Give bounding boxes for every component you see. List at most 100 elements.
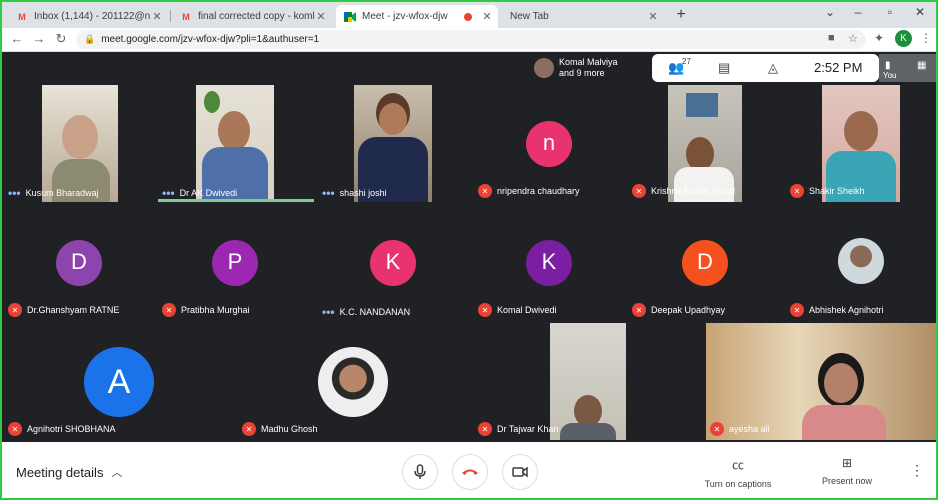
mic-muted-icon: ✕ (632, 184, 646, 198)
participant-name: ✕ Shakir Sheikh (790, 184, 865, 198)
participant-tile[interactable]: ••• Dr AK Dwivedi (158, 85, 314, 202)
participant-avatar: A (84, 347, 154, 417)
participant-tile[interactable]: K ••• K.C. NANDANAN (318, 204, 470, 321)
camera-button[interactable] (502, 454, 538, 490)
extensions-puzzle-icon[interactable]: ✦ (874, 31, 884, 45)
participant-photo (318, 347, 388, 417)
video-camera-icon (512, 466, 528, 478)
hang-up-icon (462, 469, 478, 475)
participant-tile[interactable]: ✕ ayesha ali (706, 323, 936, 440)
participant-avatar: n (526, 121, 572, 167)
participant-name: ✕ Krishna Kumar Goud (632, 184, 735, 198)
bookmark-star-icon[interactable]: ☆ (848, 32, 858, 45)
meeting-details-label: Meeting details (16, 464, 104, 480)
window-close-icon[interactable]: ✕ (910, 5, 930, 19)
presenter-more: and 9 more (559, 68, 605, 78)
tab-label: Inbox (1,144) - 201122@nirmau (34, 11, 150, 22)
participant-name: ✕ Komal Dwivedi (478, 303, 557, 317)
presenter-name: Komal Malviya (559, 57, 618, 67)
captions-label: Turn on captions (704, 479, 772, 489)
participant-tile[interactable]: ✕ Abhishek Agnihotri (786, 204, 936, 321)
tab-search-icon[interactable]: ⌄ (820, 5, 840, 19)
participant-tile[interactable]: ✕ Krishna Kumar Goud (628, 85, 782, 202)
participant-avatar: P (212, 240, 258, 286)
gmail-icon: M (182, 11, 190, 22)
tab-new-tab[interactable]: New Tab ✕ (502, 5, 664, 28)
more-options-icon[interactable]: ⋮ (910, 462, 924, 479)
participant-name: ✕ Pratibha Murghai (162, 303, 250, 317)
close-icon[interactable]: ✕ (646, 10, 660, 23)
gmail-icon: M (18, 11, 26, 22)
self-view-tile[interactable]: ▮ ▦ You (879, 54, 936, 82)
speaking-indicator-icon: ••• (322, 305, 335, 319)
reload-icon[interactable]: ↻ (52, 30, 70, 48)
self-label: You (883, 71, 897, 80)
mic-muted-icon: ✕ (8, 422, 22, 436)
participant-tile[interactable]: K ✕ Komal Dwivedi (474, 204, 624, 321)
participant-tile[interactable]: ••• shashi joshi (318, 85, 470, 202)
participant-name: ✕ Dr.Ghanshyam RATNE (8, 303, 119, 317)
camera-icon[interactable]: ■ (828, 32, 835, 44)
participant-name: ✕ nripendra chaudhary (478, 184, 580, 198)
meeting-details-button[interactable]: Meeting details ︿ (16, 464, 122, 480)
layout-icon[interactable]: ▦ (917, 60, 926, 71)
leave-call-button[interactable] (452, 454, 488, 490)
participant-name: ✕ Agnihotri SHOBHANA (8, 422, 116, 436)
chevron-up-icon: ︿ (111, 467, 123, 479)
mic-muted-icon: ✕ (632, 303, 646, 317)
participant-tile[interactable]: ✕ Shakir Sheikh (786, 85, 936, 202)
participant-avatar: K (370, 240, 416, 286)
mic-muted-icon: ✕ (790, 184, 804, 198)
microphone-button[interactable] (402, 454, 438, 490)
pin-icon[interactable]: ▮ (885, 60, 891, 71)
close-icon[interactable]: ✕ (480, 10, 494, 23)
meet-bottom-bar: Meeting details ︿ ㏄ Turn on captions ⊞ P… (2, 442, 936, 498)
present-screen-icon: ⊞ (841, 456, 853, 470)
lock-icon: 🔒 (84, 34, 96, 44)
tab-label: New Tab (510, 11, 549, 22)
profile-avatar[interactable]: K (895, 30, 912, 47)
close-icon[interactable]: ✕ (314, 10, 328, 23)
participant-tile[interactable]: n ✕ nripendra chaudhary (474, 85, 624, 202)
speaking-indicator-icon: ••• (322, 186, 335, 200)
tab-final-copy[interactable]: M final corrected copy - komldvd@ ✕ (172, 5, 332, 28)
participant-name: ✕ ayesha ali (710, 422, 770, 436)
participant-tile[interactable]: ••• Kusum Bharadwaj (4, 85, 154, 202)
participant-tile[interactable]: ✕ Dr Tajwar Khan (474, 323, 704, 440)
browser-toolbar: ← → ↻ 🔒 meet.google.com/jzv-wfox-djw?pli… (2, 28, 936, 52)
chat-icon[interactable]: ▤ (718, 60, 730, 76)
recording-dot-icon (464, 12, 472, 21)
tab-inbox[interactable]: M Inbox (1,144) - 201122@nirmau ✕ (8, 5, 168, 28)
activities-icon[interactable]: ◬ (768, 60, 778, 76)
mic-muted-icon: ✕ (710, 422, 724, 436)
tab-label: final corrected copy - komldvd@ (198, 11, 314, 22)
present-now-button[interactable]: ⊞ Present now (816, 456, 878, 486)
forward-arrow-icon[interactable]: → (30, 30, 48, 48)
new-tab-plus-icon[interactable]: + (672, 6, 690, 24)
mic-muted-icon: ✕ (242, 422, 256, 436)
participant-tile[interactable]: A ✕ Agnihotri SHOBHANA (4, 323, 234, 440)
address-bar[interactable]: 🔒 meet.google.com/jzv-wfox-djw?pli=1&aut… (76, 30, 866, 49)
participant-tile[interactable]: D ✕ Deepak Upadhyay (628, 204, 782, 321)
minimize-icon[interactable]: – (848, 5, 868, 19)
close-icon[interactable]: ✕ (150, 10, 164, 23)
browser-menu-icon[interactable]: ⋮ (920, 31, 932, 45)
presenter-avatar (534, 58, 554, 78)
participant-tile[interactable]: ✕ Madhu Ghosh (238, 323, 470, 440)
participant-tile[interactable]: D ✕ Dr.Ghanshyam RATNE (4, 204, 154, 321)
tab-label: Meet - jzv-wfox-djw (362, 11, 448, 22)
participant-name: ✕ Dr Tajwar Khan (478, 422, 558, 436)
microphone-icon (414, 464, 426, 479)
back-arrow-icon[interactable]: ← (8, 30, 26, 48)
tab-meet[interactable]: Meet - jzv-wfox-djw ✕ (336, 5, 498, 28)
participant-name: ✕ Abhishek Agnihotri (790, 303, 884, 317)
mic-muted-icon: ✕ (478, 184, 492, 198)
speaking-indicator-icon: ••• (162, 186, 175, 200)
browser-tab-strip: M Inbox (1,144) - 201122@nirmau ✕ M fina… (2, 2, 936, 28)
participant-name: ••• Dr AK Dwivedi (162, 186, 238, 200)
speaking-indicator-icon: ••• (8, 186, 21, 200)
captions-button[interactable]: ㏄ Turn on captions (700, 456, 776, 489)
participant-tile[interactable]: P ✕ Pratibha Murghai (158, 204, 314, 321)
maximize-icon[interactable]: ▫ (880, 5, 900, 19)
participant-video (42, 85, 118, 202)
